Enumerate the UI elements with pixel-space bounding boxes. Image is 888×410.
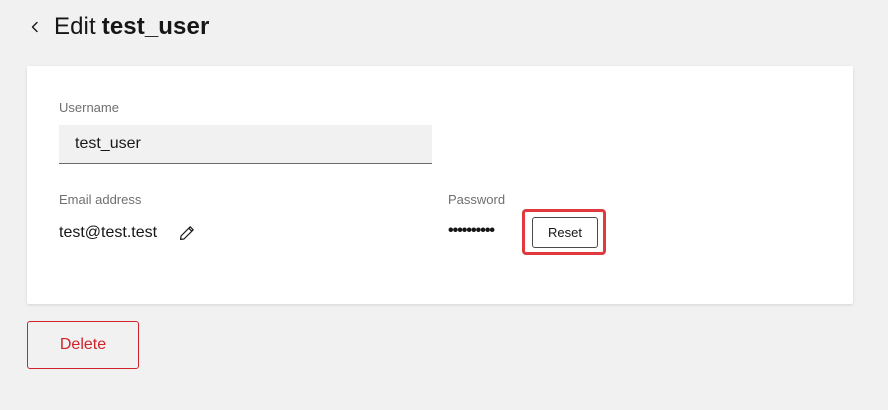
email-value: test@test.test (59, 224, 158, 241)
back-button[interactable] (24, 16, 46, 38)
page-title-username: test_user (101, 13, 210, 40)
email-label: Email address (59, 192, 142, 207)
username-label: Username (59, 100, 119, 115)
chevron-left-icon (31, 21, 38, 33)
edit-email-button[interactable] (177, 223, 197, 243)
reset-password-button[interactable]: Reset (532, 217, 598, 248)
password-masked-value: •••••••••• (448, 222, 495, 239)
username-input[interactable] (59, 125, 432, 164)
delete-user-button[interactable]: Delete (27, 321, 139, 369)
page-header: Edit test_user (24, 8, 209, 46)
pencil-icon (180, 226, 194, 240)
user-details-card: Username Email address test@test.test Pa… (27, 66, 853, 304)
password-label: Password (448, 192, 506, 207)
page-title: Edit test_user (54, 13, 209, 41)
page-title-prefix: Edit (54, 13, 96, 40)
